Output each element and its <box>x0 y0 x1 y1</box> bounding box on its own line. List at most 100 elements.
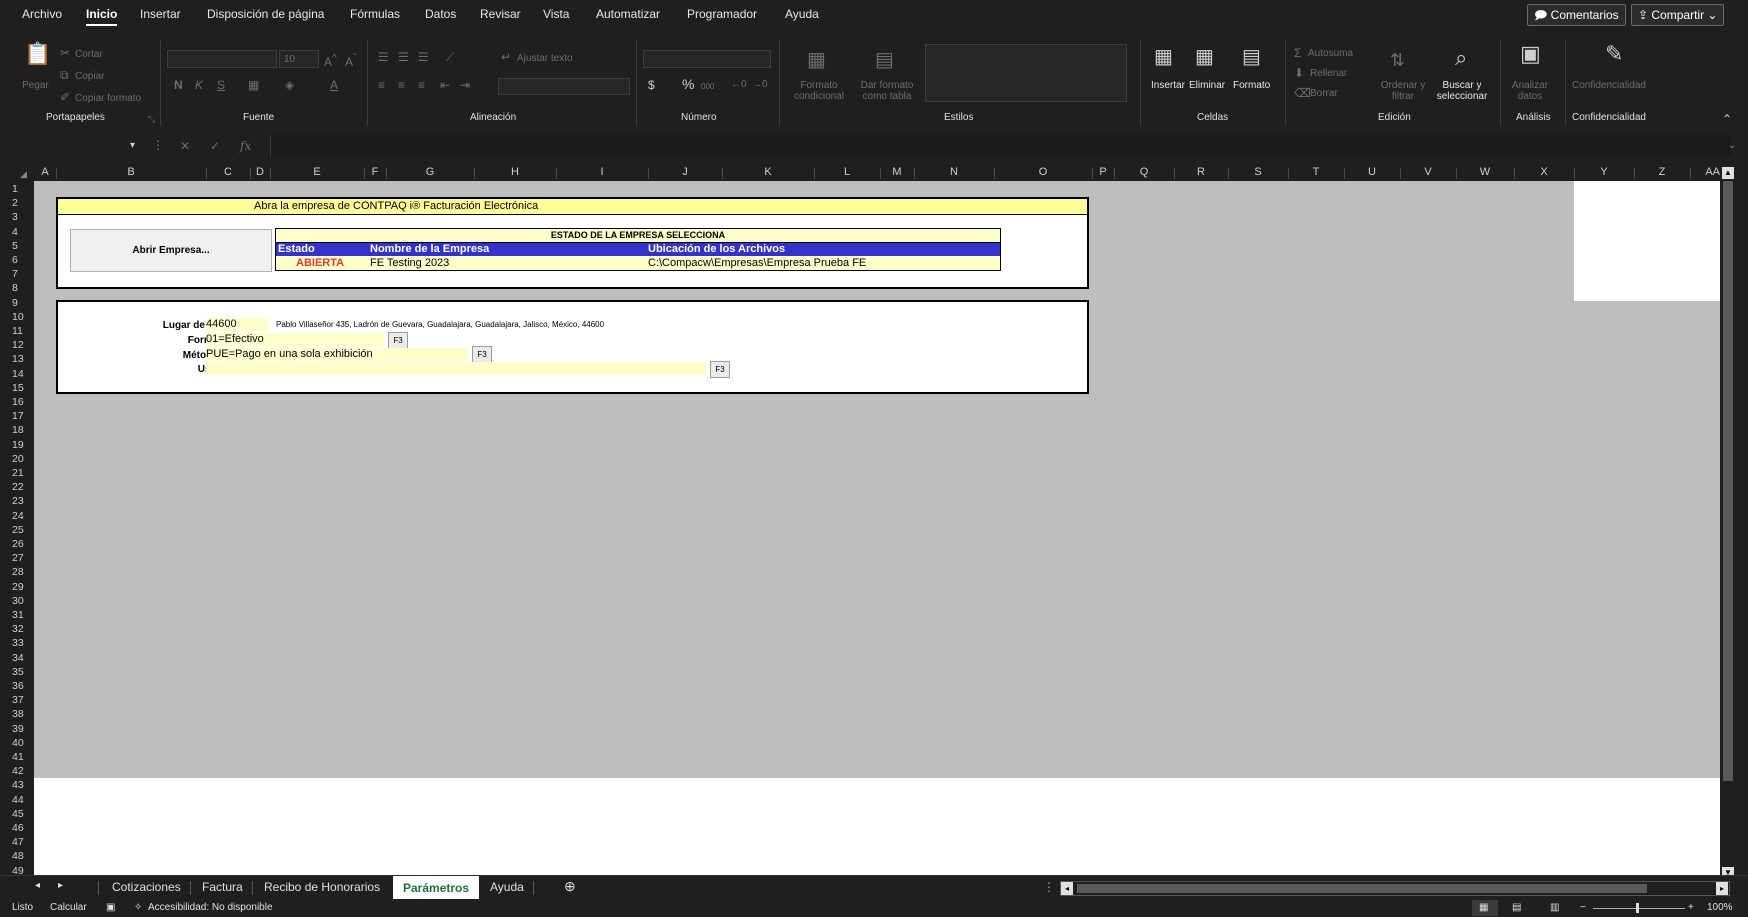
align-middle-icon[interactable]: ☰ <box>398 50 409 64</box>
fill-color-icon[interactable]: ◈ <box>285 78 294 92</box>
uso-input[interactable] <box>206 362 706 375</box>
currency-button[interactable]: $ <box>648 78 655 92</box>
align-left-icon[interactable]: ≡ <box>378 78 385 92</box>
row-header[interactable]: 43 <box>12 780 24 791</box>
scroll-left-icon[interactable]: ◂ <box>1061 882 1073 895</box>
row-header[interactable]: 18 <box>12 425 24 436</box>
analyze-data-button[interactable]: Analizar datos <box>1510 80 1550 102</box>
row-header[interactable]: 24 <box>12 510 24 522</box>
menu-ayuda[interactable]: Ayuda <box>785 7 819 21</box>
menu-datos[interactable]: Datos <box>425 7 456 21</box>
row-header[interactable]: 22 <box>12 482 24 493</box>
row-header[interactable]: 37 <box>12 695 24 706</box>
row-header[interactable]: 8 <box>12 283 18 294</box>
hscroll-thumb[interactable] <box>1077 884 1647 893</box>
increase-indent-icon[interactable]: ⇥ <box>460 78 470 92</box>
row-header[interactable]: 2 <box>12 198 18 209</box>
accessibility-status[interactable]: Accesibilidad: No disponible <box>148 902 273 913</box>
column-header[interactable]: E <box>270 166 364 178</box>
row-header[interactable]: 30 <box>12 595 24 607</box>
horizontal-scrollbar[interactable]: ◂ ▸ <box>1060 881 1730 896</box>
column-header[interactable]: P <box>1092 166 1114 178</box>
row-header[interactable]: 13 <box>12 354 24 365</box>
forma-input[interactable]: 01=Efectivo <box>206 333 384 346</box>
menu-vista[interactable]: Vista <box>543 7 569 21</box>
calculate-button[interactable]: Calcular <box>50 902 87 913</box>
column-header[interactable]: N <box>914 166 994 178</box>
insert-cells-button[interactable]: Insertar <box>1151 80 1185 91</box>
cancel-icon[interactable]: ✕ <box>180 139 190 153</box>
column-header[interactable]: V <box>1400 166 1456 178</box>
shrink-font-icon[interactable]: Aˇ <box>345 52 356 69</box>
row-header[interactable]: 33 <box>12 638 24 649</box>
row-header[interactable]: 15 <box>12 382 24 394</box>
cut-button[interactable]: Cortar <box>75 49 103 60</box>
row-header[interactable]: 3 <box>12 212 18 223</box>
row-header[interactable]: 48 <box>12 851 24 862</box>
tab-cotizaciones[interactable]: Cotizaciones <box>112 880 181 894</box>
row-header[interactable]: 44 <box>12 794 24 806</box>
menu-inicio[interactable]: Inicio <box>86 7 118 26</box>
select-all-icon[interactable]: ◢ <box>20 167 27 181</box>
menu-archivo[interactable]: Archivo <box>22 7 62 21</box>
row-header[interactable]: 14 <box>12 368 24 380</box>
align-center-icon[interactable]: ≡ <box>398 78 405 92</box>
row-header[interactable]: 21 <box>12 468 24 479</box>
row-header[interactable]: 40 <box>12 737 24 749</box>
next-sheet-icon[interactable]: ▸ <box>58 880 63 891</box>
tab-factura[interactable]: Factura <box>202 880 243 894</box>
comments-button[interactable]: 🗩 Comentarios <box>1527 4 1626 26</box>
column-header[interactable]: C <box>206 166 250 178</box>
row-header[interactable]: 5 <box>12 240 18 252</box>
row-header[interactable]: 16 <box>12 397 24 408</box>
format-table-button[interactable]: Dar formato como tabla <box>854 80 920 102</box>
row-header[interactable]: 23 <box>12 496 24 507</box>
fill-button[interactable]: Rellenar <box>1310 68 1347 79</box>
row-header[interactable]: 34 <box>12 652 24 664</box>
row-header[interactable]: 41 <box>12 752 24 763</box>
open-company-button[interactable]: Abrir Empresa... <box>70 229 272 272</box>
sheet-blank-area[interactable] <box>34 778 1720 883</box>
row-header[interactable]: 47 <box>12 837 24 848</box>
page-layout-icon[interactable]: ▤ <box>1512 902 1521 913</box>
macro-record-icon[interactable]: ▣ <box>106 902 115 913</box>
share-button[interactable]: ⇪ Compartir ⌄ <box>1631 4 1725 26</box>
column-header[interactable]: U <box>1344 166 1400 178</box>
row-header[interactable]: 35 <box>12 666 24 678</box>
column-header[interactable]: T <box>1288 166 1344 178</box>
column-header[interactable]: D <box>250 166 270 178</box>
borders-icon[interactable]: ▦ <box>248 78 259 92</box>
more-options-icon[interactable]: ⋮ <box>152 138 164 152</box>
underline-button[interactable]: S <box>217 78 225 92</box>
paste-icon[interactable]: 📋 <box>24 42 51 66</box>
metodo-input[interactable]: PUE=Pago en una sola exhibición <box>206 348 468 361</box>
thousands-button[interactable]: 000 <box>701 81 714 92</box>
decrease-indent-icon[interactable]: ⇤ <box>440 78 450 92</box>
row-header[interactable]: 28 <box>12 567 24 578</box>
tab-ayuda[interactable]: Ayuda <box>490 880 524 894</box>
row-header[interactable]: 45 <box>12 808 24 820</box>
column-header[interactable]: X <box>1514 166 1574 178</box>
grow-font-icon[interactable]: A^ <box>324 52 337 69</box>
uso-f3-button[interactable]: F3 <box>710 361 730 378</box>
row-header[interactable]: 19 <box>12 439 24 451</box>
page-break-icon[interactable]: ▥ <box>1550 902 1559 913</box>
find-select-button[interactable]: Buscar y seleccionar <box>1432 80 1492 102</box>
delete-cells-button[interactable]: Eliminar <box>1189 80 1225 91</box>
autosum-button[interactable]: Autosuma <box>1308 48 1353 59</box>
metodo-f3-button[interactable]: F3 <box>472 346 492 363</box>
column-header[interactable]: AA <box>1690 166 1720 178</box>
insert-function-button[interactable]: fx <box>240 139 251 153</box>
row-header[interactable]: 9 <box>12 297 18 309</box>
row-header[interactable]: 4 <box>12 226 18 238</box>
column-header[interactable]: S <box>1228 166 1288 178</box>
column-header[interactable]: A <box>38 166 52 178</box>
prev-sheet-icon[interactable]: ◂ <box>35 880 40 891</box>
menu-formulas[interactable]: Fórmulas <box>350 7 400 21</box>
column-header[interactable]: M <box>880 166 914 178</box>
column-header[interactable]: Y <box>1574 166 1634 178</box>
row-header[interactable]: 29 <box>12 581 24 593</box>
vertical-scrollbar[interactable]: ▲ ▼ <box>1720 165 1736 883</box>
wrap-text-button[interactable]: Ajustar texto <box>517 53 573 64</box>
row-header[interactable]: 31 <box>12 610 24 621</box>
